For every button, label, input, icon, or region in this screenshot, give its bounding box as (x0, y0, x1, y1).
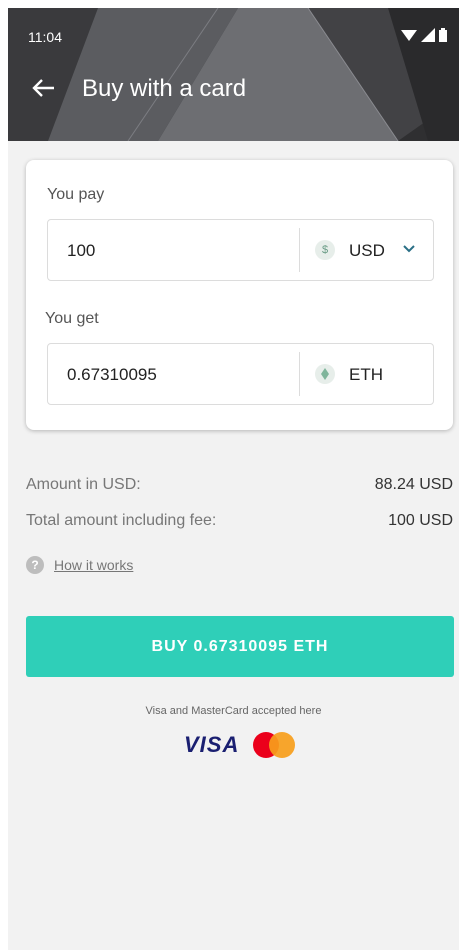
battery-icon (439, 28, 447, 42)
exchange-card: You pay 100 $ USD You get 0.67310095 ETH (26, 160, 453, 430)
total-amount-value: 100 USD (388, 512, 453, 529)
pay-currency-select[interactable]: USD (349, 241, 385, 261)
signal-icon (421, 28, 435, 42)
pay-amount-field[interactable]: 100 $ USD (47, 219, 434, 281)
pay-amount-input[interactable]: 100 (67, 241, 95, 261)
dollar-icon: $ (315, 240, 335, 260)
amount-usd-row: Amount in USD: 88.24 USD (26, 476, 453, 494)
arrow-left-icon[interactable] (30, 74, 58, 102)
you-pay-label: You pay (47, 186, 105, 203)
amount-usd-label: Amount in USD: (26, 476, 141, 493)
accepted-cards-text: Visa and MasterCard accepted here (145, 705, 322, 717)
amount-usd-value: 88.24 USD (374, 476, 453, 493)
field-divider (299, 352, 300, 396)
mastercard-logo (253, 732, 296, 758)
status-time: 11:04 (28, 29, 62, 45)
card-logos: VISA (184, 732, 296, 758)
how-it-works-link[interactable]: How it works (54, 557, 133, 573)
get-currency-label: ETH (349, 365, 383, 384)
screen: 11:04 Buy with a card You pay 100 $ USD … (8, 8, 459, 950)
chevron-down-icon[interactable] (402, 244, 416, 254)
total-amount-label: Total amount including fee: (26, 512, 217, 529)
help-icon: ? (26, 556, 44, 574)
how-it-works[interactable]: ? How it works (26, 556, 133, 574)
wifi-icon (401, 30, 417, 41)
page-title: Buy with a card (82, 75, 247, 102)
field-divider (299, 228, 300, 272)
you-get-label: You get (45, 310, 99, 327)
get-amount-input[interactable]: 0.67310095 (67, 365, 157, 385)
app-header: 11:04 Buy with a card (8, 8, 459, 141)
status-icons (401, 28, 447, 42)
ethereum-icon (315, 364, 335, 384)
total-amount-row: Total amount including fee: 100 USD (26, 512, 453, 530)
get-amount-field[interactable]: 0.67310095 ETH (47, 343, 434, 405)
visa-logo: VISA (184, 732, 240, 757)
buy-button[interactable]: BUY 0.67310095 ETH (26, 616, 454, 677)
